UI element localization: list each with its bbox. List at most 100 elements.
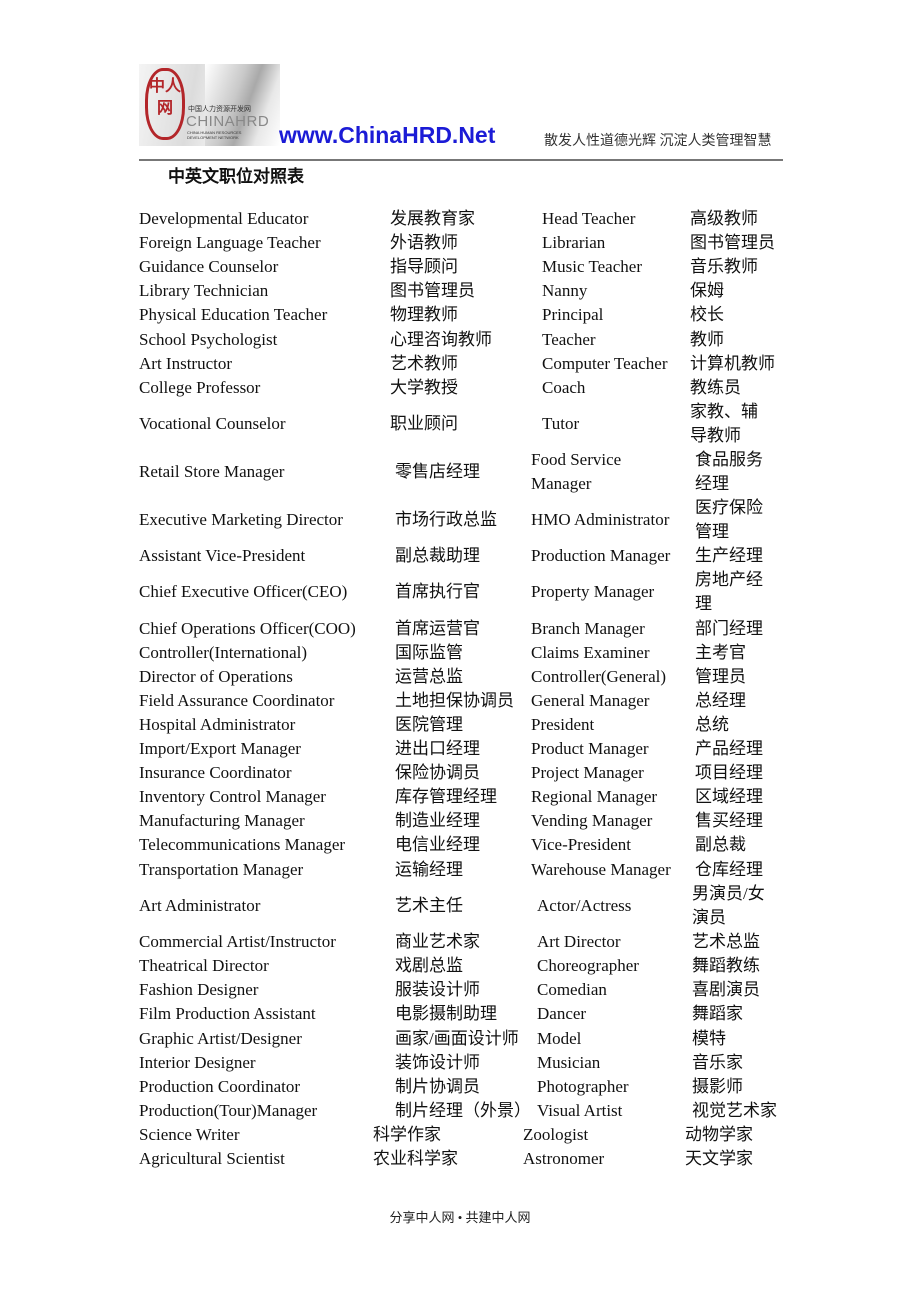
cell-chinese-title: 副总裁 (695, 835, 746, 854)
cell-english-title: Assistant Vice-President (139, 546, 306, 565)
cell-chinese-title: 区域经理 (695, 787, 763, 806)
cell-english-title: School Psychologist (139, 330, 278, 349)
cell-english-title: Agricultural Scientist (139, 1149, 285, 1168)
cell-chinese-title: 制片协调员 (395, 1077, 480, 1096)
cell-english-title: Controller(General) (531, 667, 666, 686)
cell-chinese-title: 零售店经理 (395, 462, 480, 481)
cell-english-title: Branch Manager (531, 619, 645, 638)
cell-chinese-title: 指导顾问 (390, 257, 458, 276)
cell-chinese-title: 家教、辅导教师 (690, 402, 758, 445)
cell-english-title: Model (537, 1029, 582, 1048)
cell-english-title: Librarian (542, 233, 606, 252)
cell-chinese-title: 售买经理 (695, 811, 763, 830)
cell-chinese-title: 总统 (695, 715, 729, 734)
cell-chinese-title: 校长 (690, 305, 724, 324)
cell-chinese-title: 艺术主任 (395, 896, 463, 915)
cell-english-title: Dancer (537, 1004, 587, 1023)
cell-chinese-title: 首席执行官 (395, 582, 480, 601)
cell-chinese-title: 电影摄制助理 (395, 1004, 497, 1023)
header-divider (139, 159, 783, 161)
cell-chinese-title: 项目经理 (695, 763, 763, 782)
cell-chinese-title: 动物学家 (685, 1125, 753, 1144)
cell-english-title: Guidance Counselor (139, 257, 279, 276)
cell-english-title: Head Teacher (542, 209, 636, 228)
cell-chinese-title: 艺术教师 (390, 354, 458, 373)
cell-english-title: Teacher (542, 330, 596, 349)
cell-english-title: Developmental Educator (139, 209, 309, 228)
cell-chinese-title: 医疗保险管理 (695, 498, 763, 541)
cell-chinese-title: 男演员/女演员 (692, 884, 765, 927)
cell-english-title: Art Instructor (139, 354, 233, 373)
cell-chinese-title: 产品经理 (695, 739, 763, 758)
cell-chinese-title: 舞蹈教练 (692, 956, 760, 975)
cell-chinese-title: 摄影师 (692, 1077, 743, 1096)
cell-chinese-title: 发展教育家 (390, 209, 475, 228)
cell-english-title: HMO Administrator (531, 510, 670, 529)
cell-english-title: Insurance Coordinator (139, 763, 292, 782)
cell-english-title: Project Manager (531, 763, 644, 782)
cell-chinese-title: 土地担保协调员 (395, 691, 514, 710)
cell-chinese-title: 教练员 (690, 378, 741, 397)
cell-english-title: Principal (542, 305, 604, 324)
cell-english-title: Manufacturing Manager (139, 811, 305, 830)
cell-chinese-title: 舞蹈家 (692, 1004, 743, 1023)
footer-text: 分享中人网 • 共建中人网 (389, 1210, 531, 1225)
cell-chinese-title: 运营总监 (395, 667, 463, 686)
cell-english-title: Art Director (537, 932, 621, 951)
logo-en-text: CHINAHRD (186, 113, 270, 130)
cell-english-title: General Manager (531, 691, 650, 710)
logo-sub-text: CHINA HUMAN RESOURCES DEVELOPMENT NETWOR… (187, 130, 242, 140)
cell-english-title: Photographer (537, 1077, 629, 1096)
cell-chinese-title: 库存管理经理 (395, 787, 497, 806)
cell-english-title: Director of Operations (139, 667, 293, 686)
cell-english-title: Theatrical Director (139, 956, 269, 975)
page-title: 中英文职位对照表 (168, 167, 304, 186)
cell-english-title: Computer Teacher (542, 354, 668, 373)
cell-chinese-title: 图书管理员 (690, 233, 775, 252)
cell-english-title: Art Administrator (139, 896, 261, 915)
cell-chinese-title: 服装设计师 (395, 980, 480, 999)
cell-chinese-title: 食品服务经理 (695, 450, 763, 493)
cell-english-title: College Professor (139, 378, 261, 397)
cell-chinese-title: 职业顾问 (390, 414, 458, 433)
cell-chinese-title: 制片经理（外景） (395, 1101, 531, 1120)
logo-seal: 中人网 (145, 68, 185, 140)
document-page: { "header": { "logo_text": "中人网", "logo_… (0, 0, 920, 1302)
cell-chinese-title: 音乐教师 (690, 257, 758, 276)
cell-chinese-title: 进出口经理 (395, 739, 480, 758)
cell-chinese-title: 农业科学家 (373, 1149, 458, 1168)
cell-english-title: Visual Artist (537, 1101, 623, 1120)
cell-chinese-title: 科学作家 (373, 1125, 441, 1144)
cell-english-title: Musician (537, 1053, 601, 1072)
cell-chinese-title: 市场行政总监 (395, 510, 497, 529)
cell-chinese-title: 大学教授 (390, 378, 458, 397)
cell-chinese-title: 制造业经理 (395, 811, 480, 830)
cell-english-title: Fashion Designer (139, 980, 259, 999)
cell-chinese-title: 戏剧总监 (395, 956, 463, 975)
cell-english-title: Vending Manager (531, 811, 653, 830)
cell-chinese-title: 保险协调员 (395, 763, 480, 782)
cell-english-title: Choreographer (537, 956, 639, 975)
cell-english-title: Actor/Actress (537, 896, 632, 915)
cell-english-title: Property Manager (531, 582, 655, 601)
cell-english-title: Retail Store Manager (139, 462, 285, 481)
cell-english-title: Nanny (542, 281, 588, 300)
site-url: www.ChinaHRD.Net (279, 122, 496, 148)
cell-english-title: Commercial Artist/Instructor (139, 932, 336, 951)
cell-english-title: Warehouse Manager (531, 860, 671, 879)
cell-chinese-title: 天文学家 (685, 1149, 753, 1168)
cell-chinese-title: 保姆 (690, 281, 724, 300)
cell-chinese-title: 医院管理 (395, 715, 463, 734)
cell-english-title: Chief Operations Officer(COO) (139, 619, 356, 638)
cell-english-title: President (531, 715, 595, 734)
cell-english-title: Production Manager (531, 546, 671, 565)
cell-english-title: Regional Manager (531, 787, 658, 806)
cell-chinese-title: 管理员 (695, 667, 746, 686)
cell-chinese-title: 视觉艺术家 (692, 1101, 777, 1120)
cell-english-title: Tutor (542, 414, 580, 433)
cell-chinese-title: 音乐家 (692, 1053, 743, 1072)
cell-chinese-title: 高级教师 (690, 209, 758, 228)
cell-chinese-title: 首席运营官 (395, 619, 480, 638)
cell-english-title: Inventory Control Manager (139, 787, 326, 806)
cell-english-title: Claims Examiner (531, 643, 650, 662)
